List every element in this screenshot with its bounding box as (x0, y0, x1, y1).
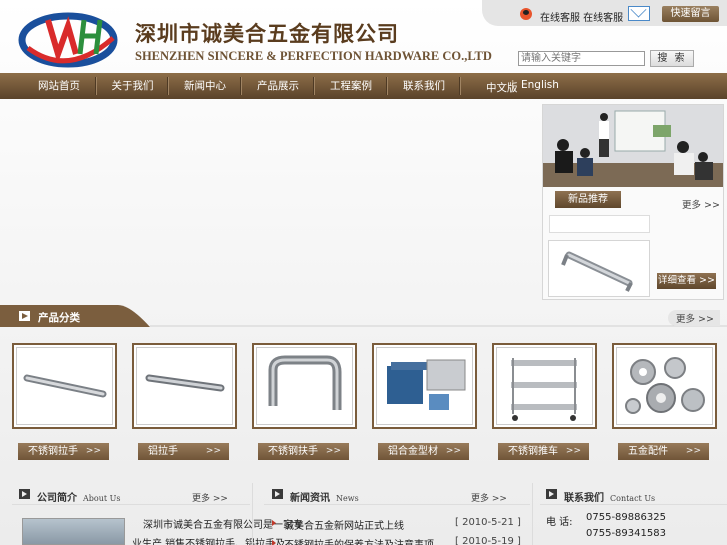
nav-item-cases[interactable]: 工程案例 (315, 73, 387, 99)
section-divider (264, 504, 530, 505)
nav-item-home[interactable]: 网站首页 (22, 73, 96, 99)
product-label-text: 铝拉手 (148, 446, 178, 457)
contact-phone-label: 电 话: (546, 517, 573, 528)
about-title-en: About Us (83, 494, 121, 503)
section-divider (540, 504, 727, 505)
product-label-text: 五金配件 (628, 446, 668, 457)
quick-message-button[interactable]: 快速留言 (662, 6, 719, 22)
news-title: 新闻资讯 News (290, 489, 359, 504)
contact-phone: 0755-89886325 (586, 512, 666, 523)
contact-title-en: Contact Us (610, 494, 656, 503)
company-name-en: SHENZHEN SINCERE & PERFECTION HARDWARE C… (135, 49, 492, 63)
nav-item-news[interactable]: 新闻中心 (169, 73, 241, 99)
arrow-icon: >> (325, 446, 341, 456)
news-item-date: [ 2010-5-19 ] (455, 536, 521, 545)
product-label[interactable]: 不锈钢推车 >> (498, 443, 589, 460)
lang-separator: | (511, 79, 515, 91)
arrow-icon: >> (205, 446, 221, 456)
section-bullet-icon (19, 489, 30, 499)
search-button[interactable]: 搜 索 (650, 50, 694, 67)
product-label[interactable]: 铝合金型材 >> (378, 443, 469, 460)
category-header-bar (0, 305, 727, 327)
news-item-link[interactable]: 不锈钢拉手的保养方法及注意事项... (284, 536, 444, 545)
news-bullet-icon (272, 540, 276, 545)
product-card-steel-cart[interactable] (492, 343, 597, 429)
news-bullet-icon (272, 520, 276, 526)
product-label[interactable]: 不锈钢扶手 >> (258, 443, 349, 460)
nav-item-products[interactable]: 产品展示 (242, 73, 314, 99)
product-label[interactable]: 五金配件 >> (618, 443, 709, 460)
promo-thumbnail-strip (549, 215, 650, 233)
product-label-text: 不锈钢推车 (508, 446, 558, 457)
promo-product-image[interactable] (548, 240, 650, 297)
category-more-link[interactable]: 更多 >> (668, 310, 720, 326)
promo-detail-button[interactable]: 详细查看 >> (657, 273, 716, 289)
product-card-aluminium-handle[interactable] (132, 343, 237, 429)
qq-icon[interactable] (520, 8, 532, 20)
section-bullet-icon (272, 489, 283, 499)
arrow-icon: >> (85, 446, 101, 456)
about-title-cn: 公司简介 (37, 493, 77, 504)
company-logo[interactable] (18, 8, 118, 70)
news-item-date: [ 2010-5-21 ] (455, 517, 521, 528)
contact-title: 联系我们 Contact Us (564, 489, 655, 504)
section-bullet-icon (546, 489, 557, 499)
about-title: 公司简介 About Us (37, 489, 120, 504)
meeting-photo (543, 105, 723, 187)
column-divider (532, 483, 533, 545)
nav-divider (459, 77, 461, 95)
contact-phone: 0755-89341583 (586, 528, 666, 539)
new-products-tag: 新品推荐 (555, 191, 621, 208)
arrow-icon: >> (445, 446, 461, 456)
nav-item-about[interactable]: 关于我们 (97, 73, 168, 99)
arrow-icon: >> (565, 446, 581, 456)
product-card-aluminium-profile[interactable] (372, 343, 477, 429)
product-card-hardware-parts[interactable] (612, 343, 717, 429)
news-title-cn: 新闻资讯 (290, 493, 330, 504)
new-products-more-link[interactable]: 更多 >> (682, 197, 720, 211)
product-card-steel-handle[interactable] (12, 343, 117, 429)
search-input[interactable] (518, 51, 645, 66)
lang-en-link[interactable]: English (521, 79, 559, 91)
arrow-icon: >> (685, 446, 701, 456)
news-item-link[interactable]: 诚美合五金新网站正式上线 (284, 517, 404, 532)
company-building-photo (22, 518, 125, 545)
online-service-link[interactable]: 在线客服 在线客服 (540, 9, 623, 24)
category-title: 产品分类 (38, 312, 80, 324)
product-label-text: 不锈钢拉手 (28, 446, 78, 457)
mail-icon[interactable] (628, 6, 650, 21)
about-more-link[interactable]: 更多 >> (192, 491, 228, 504)
news-title-en: News (336, 494, 359, 503)
company-name-cn: 深圳市诚美合五金有限公司 (135, 21, 399, 46)
product-label[interactable]: 不锈钢拉手 >> (18, 443, 109, 460)
main-nav: 网站首页 关于我们 新闻中心 产品展示 工程案例 联系我们 (0, 73, 727, 99)
product-label-text: 铝合金型材 (388, 446, 438, 457)
news-more-link[interactable]: 更多 >> (471, 491, 507, 504)
section-divider (12, 504, 250, 505)
product-label[interactable]: 铝拉手 >> (138, 443, 229, 460)
product-label-text: 不锈钢扶手 (268, 446, 318, 457)
about-text: 业生产,销售不锈钢拉手、铝拉手及 (132, 539, 286, 545)
contact-title-cn: 联系我们 (564, 493, 604, 504)
product-card-steel-rail[interactable] (252, 343, 357, 429)
about-text: 深圳市诚美合五金有限公司是一家专 (143, 520, 303, 531)
nav-item-contact[interactable]: 联系我们 (388, 73, 460, 99)
column-divider (252, 483, 253, 545)
